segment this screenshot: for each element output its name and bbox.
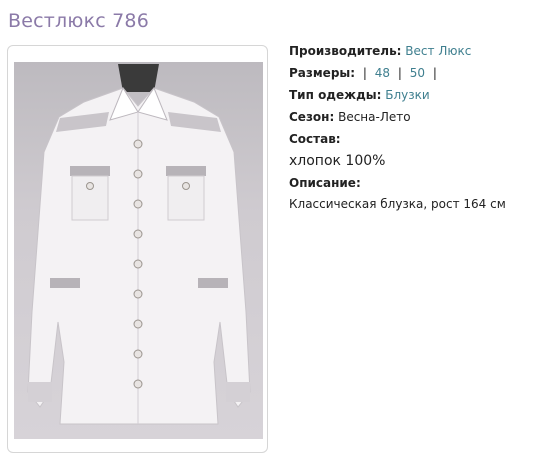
season-row: Сезон: Весна-Лето	[289, 106, 549, 128]
type-link[interactable]: Блузки	[385, 88, 429, 102]
manufacturer-row: Производитель: Вест Люкс	[289, 40, 549, 62]
blouse-illustration	[27, 64, 251, 425]
composition-label: Состав:	[289, 132, 341, 146]
type-label: Тип одежды:	[289, 88, 382, 102]
type-row: Тип одежды: Блузки	[289, 84, 549, 106]
season-value: Весна-Лето	[338, 110, 411, 124]
sizes-row: Размеры: | 48 | 50 |	[289, 62, 549, 84]
description-label: Описание:	[289, 176, 361, 190]
manufacturer-label: Производитель:	[289, 44, 402, 58]
description-label-row: Описание:	[289, 172, 549, 194]
product-details: Производитель: Вест Люкс Размеры: | 48 |…	[289, 40, 549, 214]
composition-label-row: Состав:	[289, 128, 549, 150]
page-title: Вестлюкс 786	[8, 10, 150, 32]
size-option-50[interactable]: 50	[410, 66, 425, 80]
sizes-label: Размеры:	[289, 66, 356, 80]
description-value: Классическая блузка, рост 164 см	[289, 197, 506, 211]
sizes-separator: |	[397, 66, 402, 80]
composition-value: хлопок 100%	[289, 153, 386, 169]
product-image[interactable]	[14, 62, 263, 439]
sizes-separator: |	[432, 66, 437, 80]
season-label: Сезон:	[289, 110, 335, 124]
size-option-48[interactable]: 48	[375, 66, 390, 80]
sizes-separator: |	[362, 66, 367, 80]
product-image-frame	[7, 45, 268, 453]
manufacturer-link[interactable]: Вест Люкс	[405, 44, 471, 58]
